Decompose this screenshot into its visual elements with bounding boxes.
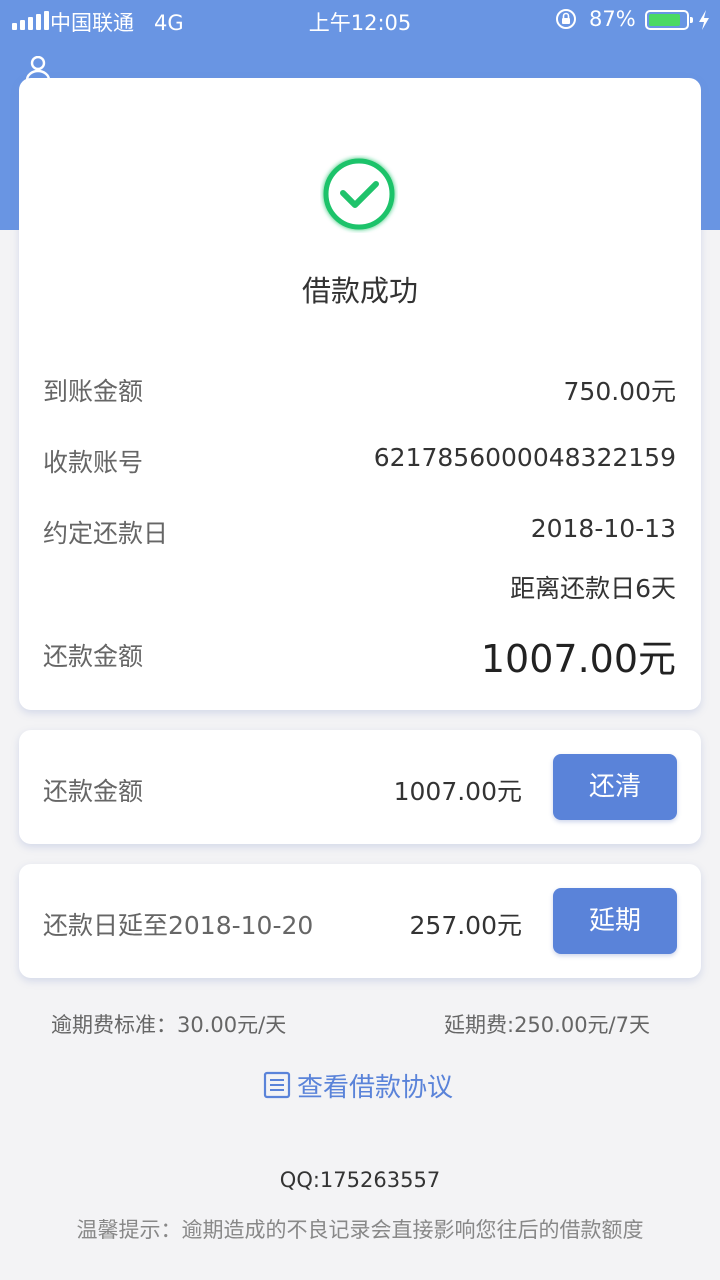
repay-card-amount: 1007.00元 <box>393 777 522 806</box>
received-amount-label: 到账金额 <box>43 377 144 406</box>
days-remaining: 距离还款日6天 <box>510 574 676 603</box>
received-amount-value: 750.00元 <box>563 377 676 406</box>
extend-card-amount: 257.00元 <box>409 911 522 940</box>
user-icon[interactable] <box>25 56 51 80</box>
view-agreement-link[interactable]: 查看借款协议 <box>263 1067 453 1103</box>
charging-icon <box>699 10 709 30</box>
battery-icon <box>645 10 693 30</box>
battery-percent: 87% <box>589 7 636 31</box>
success-title: 借款成功 <box>301 274 418 308</box>
agreement-link-label: 查看借款协议 <box>297 1072 454 1103</box>
repayment-amount-value: 1007.00元 <box>480 637 676 681</box>
repay-all-button[interactable]: 还清 <box>553 754 677 820</box>
extension-fee-note: 延期费:250.00元/7天 <box>444 1013 650 1037</box>
repay-card-label: 还款金额 <box>43 777 144 806</box>
warm-tip: 温馨提示：逾期造成的不良记录会直接影响您往后的借款额度 <box>76 1218 644 1242</box>
due-date-value: 2018-10-13 <box>530 514 676 543</box>
overdue-fee-note: 逾期费标准：30.00元/天 <box>51 1013 287 1037</box>
extend-button[interactable]: 延期 <box>553 888 677 954</box>
extend-card-label: 还款日延至2018-10-20 <box>43 911 314 940</box>
account-number-value: 6217856000048322159 <box>373 443 676 472</box>
repayment-amount-label: 还款金额 <box>43 642 144 671</box>
rotation-lock-icon <box>556 9 576 29</box>
due-date-label: 约定还款日 <box>43 519 169 548</box>
account-number-label: 收款账号 <box>43 448 144 477</box>
document-icon <box>263 1071 291 1099</box>
check-circle-icon <box>323 158 395 230</box>
qq-contact: QQ:175263557 <box>279 1168 441 1192</box>
status-bar: 中国联通 4G 上午12:05 87% <box>0 0 720 40</box>
